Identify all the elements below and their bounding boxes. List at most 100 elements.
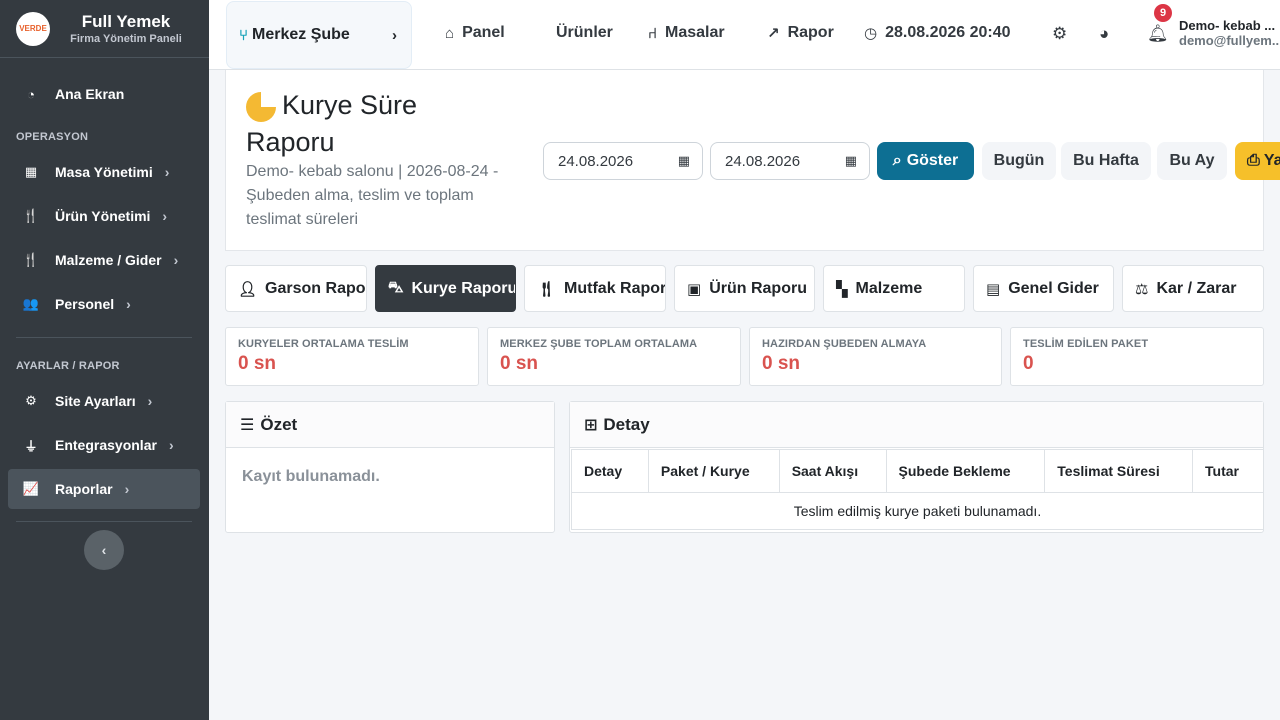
tab-kurye-raporu[interactable]: ⛍ Kurye Raporu xyxy=(375,265,516,312)
stat-label: MERKEZ ŞUBE TOPLAM ORTALAMA xyxy=(500,338,698,350)
stat-card: TESLİM EDİLEN PAKET 0 xyxy=(1010,327,1264,386)
this-month-button[interactable]: Bu Ay xyxy=(1157,142,1227,180)
detail-panel-header: ⊞ Detay xyxy=(570,402,1263,448)
stat-value: 0 xyxy=(1023,353,1034,374)
stat-card: HAZIRDAN ŞUBEDEN ALMAYA 0 sn xyxy=(749,327,1002,386)
tab-urun-raporu[interactable]: ▣ Ürün Raporu xyxy=(674,265,815,312)
tab-garson-raporu[interactable]: 👤︎ Garson Raporu xyxy=(225,265,367,312)
clock-icon: ◷ xyxy=(864,25,878,42)
nav-link-label: Masalar xyxy=(665,24,725,41)
tab-label: Kurye Raporu xyxy=(411,279,516,297)
stat-label: KURYELER ORTALAMA TESLİM xyxy=(238,338,409,350)
summary-panel: ☰ Özet Kayıt bulunamadı. xyxy=(225,401,555,533)
calendar-icon[interactable]: ▦ xyxy=(845,153,857,169)
date-to-input[interactable]: 24.08.2026 ▦ xyxy=(710,142,870,180)
sidebar-item-entegrasyonlar[interactable]: ⏚ Entegrasyonlar › xyxy=(8,425,200,465)
nav-link-label: Ürünler xyxy=(556,24,613,41)
page-title-line1: Kurye Süre xyxy=(282,90,418,120)
sidebar-item-raporlar[interactable]: 📈 Raporlar › xyxy=(8,469,200,509)
bell-icon[interactable]: 🔔︎ xyxy=(1147,24,1169,44)
user-menu[interactable]: Demo- kebab ... demo@fullyem... xyxy=(1179,18,1280,48)
today-button[interactable]: Bugün xyxy=(982,142,1056,180)
stat-value: 0 sn xyxy=(500,353,539,374)
chevron-right-icon: › xyxy=(147,393,153,409)
branch-label: Merkez Şube xyxy=(252,26,350,43)
user-name: Demo- kebab ... xyxy=(1179,18,1276,33)
nav-link-tables[interactable]: ⑁ Masalar xyxy=(648,24,725,42)
tab-kar-zarar[interactable]: ⚖ Kar / Zarar xyxy=(1122,265,1264,312)
column-header[interactable]: Detay xyxy=(571,449,649,493)
detail-table: Detay Paket / Kurye Saat Akışı Şubede Be… xyxy=(571,449,1264,530)
tab-label: Malzeme xyxy=(855,279,923,297)
detail-panel: ⊞ Detay Detay Paket / Kurye Saat Akışı Ş… xyxy=(569,401,1264,533)
column-header[interactable]: Paket / Kurye xyxy=(647,449,780,493)
sidebar-item-label: Malzeme / Gider xyxy=(55,252,162,268)
column-header[interactable]: Tutar xyxy=(1192,449,1264,493)
sidebar-item-label: Site Ayarları xyxy=(55,393,136,409)
gear-icon[interactable]: ⚙ xyxy=(1052,24,1067,44)
brand-title: Full Yemek xyxy=(81,11,171,31)
table-header-row: Detay Paket / Kurye Saat Akışı Şubede Be… xyxy=(571,449,1264,493)
show-button[interactable]: ⌕ Göster xyxy=(877,142,974,180)
chair-icon: ⑁ xyxy=(648,24,658,42)
sidebar-section-operations: OPERASYON xyxy=(16,131,89,143)
nav-link-products[interactable]: Ürünler xyxy=(556,24,613,42)
sidebar-item-urun-yonetimi[interactable]: 🍴 Ürün Yönetimi › xyxy=(8,196,200,236)
date-from-value: 24.08.2026 xyxy=(558,152,634,170)
column-header[interactable]: Saat Akışı xyxy=(778,449,887,493)
nav-link-report[interactable]: ↗ Rapor xyxy=(767,24,834,42)
show-button-label: Göster xyxy=(906,152,959,169)
chevron-right-icon: › xyxy=(124,481,130,497)
tab-mutfak-raporu[interactable]: 🍴︎ Mutfak Raporu xyxy=(524,265,666,312)
home-icon: ⌂ xyxy=(445,24,455,42)
pie-chart-icon xyxy=(246,91,276,122)
boxes-icon: ▣ xyxy=(687,280,702,298)
stat-value: 0 sn xyxy=(238,353,277,374)
nav-link-panel[interactable]: ⌂ Panel xyxy=(445,24,505,42)
list-icon: ☰ xyxy=(240,416,255,434)
sidebar-item-personel[interactable]: 👥 Personel › xyxy=(8,284,200,324)
calendar-icon[interactable]: ▦ xyxy=(678,153,690,169)
branch-selector[interactable]: ⑂ Merkez Şube › xyxy=(226,1,412,69)
sidebar-item-label: Ürün Yönetimi xyxy=(55,208,151,224)
chart-line-icon: ↗ xyxy=(767,25,780,42)
search-icon: ⌕ xyxy=(892,152,902,169)
table-icon: ⊞ xyxy=(584,416,598,434)
sidebar-item-ana-ekran[interactable]: ◔ Ana Ekran xyxy=(8,74,200,114)
stat-label: HAZIRDAN ŞUBEDEN ALMAYA xyxy=(762,338,927,350)
tab-label: Garson Raporu xyxy=(265,279,366,297)
brand[interactable]: VERDE Full Yemek Firma Yönetim Paneli xyxy=(0,0,209,58)
this-week-button[interactable]: Bu Hafta xyxy=(1061,142,1151,180)
summary-title: Özet xyxy=(260,414,298,434)
nav-link-label: Panel xyxy=(462,24,505,41)
sidebar-item-masa-yonetimi[interactable]: ▦ Masa Yönetimi › xyxy=(8,152,200,192)
tab-genel-gider[interactable]: ▤ Genel Gider xyxy=(973,265,1114,312)
sidebar-collapse-button[interactable]: ‹ xyxy=(84,530,124,570)
page-title-line2: Raporu xyxy=(246,126,335,157)
table-row: Teslim edilmiş kurye paketi bulunamadı. xyxy=(571,492,1264,530)
datetime-text: 28.08.2026 20:40 xyxy=(885,24,1011,41)
stat-label: TESLİM EDİLEN PAKET xyxy=(1023,338,1149,350)
tab-label: Mutfak Raporu xyxy=(564,279,666,297)
column-header[interactable]: Şubede Bekleme xyxy=(885,449,1046,493)
column-header[interactable]: Teslimat Süresi xyxy=(1044,449,1194,493)
date-from-input[interactable]: 24.08.2026 ▦ xyxy=(543,142,703,180)
detail-title: Detay xyxy=(603,414,650,434)
chevron-right-icon: › xyxy=(168,437,174,453)
detail-empty-text: Teslim edilmiş kurye paketi bulunamadı. xyxy=(571,492,1264,530)
nav-link-label: Rapor xyxy=(787,24,834,41)
print-button[interactable]: ⎙ Yazdır xyxy=(1235,142,1280,180)
tab-malzeme[interactable]: ▚ Malzeme xyxy=(823,265,965,312)
scale-icon: ⚖ xyxy=(1135,280,1149,298)
sidebar-item-site-ayarlari[interactable]: ⚙ Site Ayarları › xyxy=(8,381,200,421)
sidebar-item-malzeme-gider[interactable]: 🍴 Malzeme / Gider › xyxy=(8,240,200,280)
pie-chart-icon[interactable]: ◕ xyxy=(1099,24,1109,44)
utensils-icon: 🍴︎ xyxy=(537,280,557,298)
sidebar: VERDE Full Yemek Firma Yönetim Paneli ◔ … xyxy=(0,0,209,720)
sidebar-divider xyxy=(16,521,192,522)
summary-empty-text: Kayıt bulunamadı. xyxy=(242,468,380,485)
grid-icon: ▦ xyxy=(24,164,38,179)
chevron-right-icon: › xyxy=(126,296,131,312)
sidebar-item-label: Personel xyxy=(55,296,115,312)
cubes-icon: ▚ xyxy=(836,280,848,298)
